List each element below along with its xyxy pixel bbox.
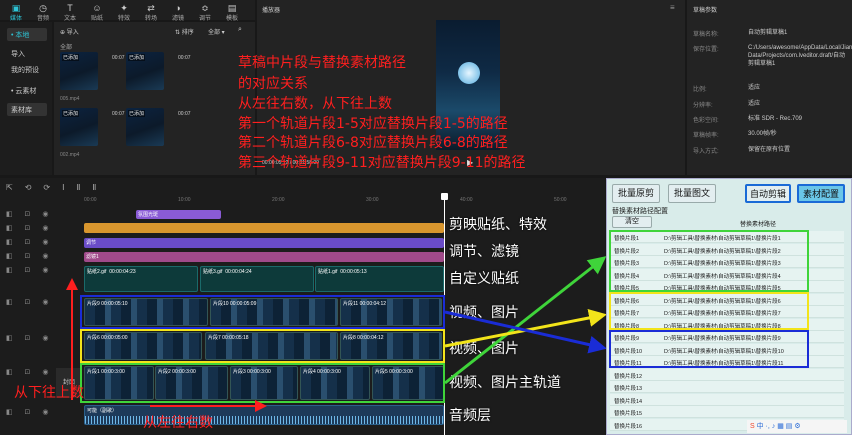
- replace-name: 替换片段14: [614, 398, 643, 405]
- replace-row[interactable]: 替换片段12: [610, 368, 844, 381]
- material-config-button[interactable]: 素材配置: [797, 184, 845, 203]
- replace-name: 替换片段12: [614, 373, 643, 380]
- batch-image-text-button[interactable]: 批量图文: [668, 184, 716, 203]
- ime-logo-icon: S: [750, 423, 755, 430]
- rp-box-green: [609, 230, 809, 292]
- replace-row[interactable]: 替换片段14: [610, 393, 844, 406]
- replace-name: 替换片段16: [614, 423, 643, 430]
- replace-section-label: 替换素材路径配置: [612, 208, 668, 215]
- batch-original-button[interactable]: 批量原剪: [612, 184, 660, 203]
- clear-button[interactable]: 清空: [612, 216, 652, 228]
- replace-name: 替换片段15: [614, 411, 643, 417]
- rp-box-yellow: [609, 292, 809, 330]
- replace-row[interactable]: 替换片段13: [610, 381, 844, 393]
- ime-toolbar[interactable]: S 中 ·, ♪ ▦ ▤ ⚙: [747, 420, 847, 433]
- rp-box-blue: [609, 330, 809, 368]
- auto-edit-button[interactable]: 自动剪辑: [745, 184, 791, 203]
- replace-row[interactable]: 替换片段15: [610, 406, 844, 418]
- replace-name: 替换片段13: [614, 386, 643, 392]
- column-header-path: 替换素材路径: [740, 222, 777, 228]
